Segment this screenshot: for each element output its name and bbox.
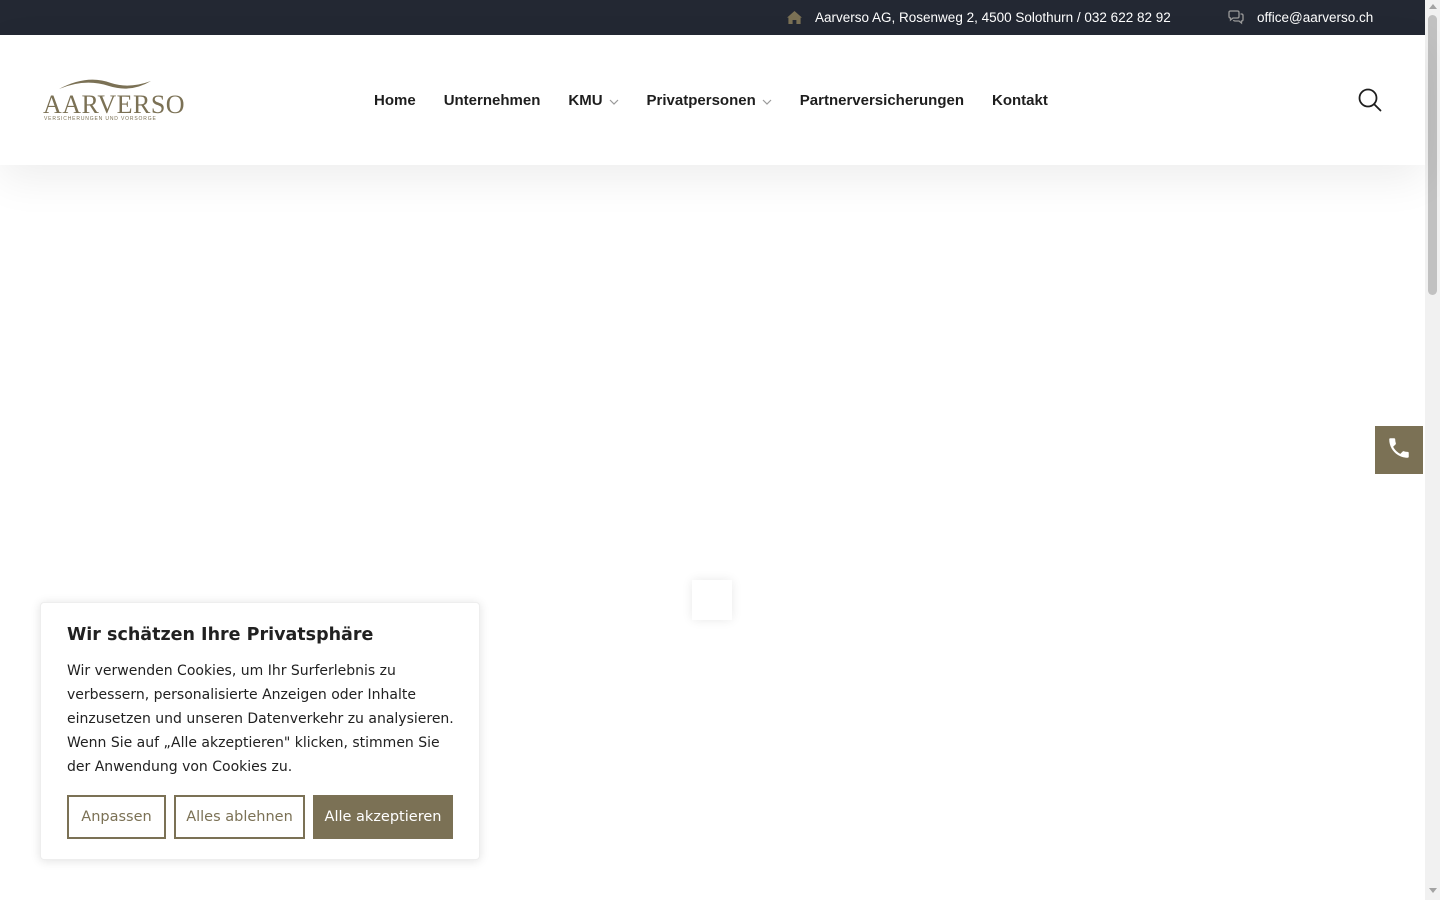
main-nav: Home Unternehmen KMU Privatpersonen Part…	[374, 35, 1048, 165]
nav-item-label: Home	[374, 91, 416, 109]
nav-item-unternehmen[interactable]: Unternehmen	[444, 92, 541, 109]
nav-item-label: Privatpersonen	[646, 91, 756, 109]
top-bar: Aarverso AG, Rosenweg 2, 4500 Solothurn …	[0, 0, 1425, 35]
vertical-scrollbar[interactable]	[1425, 0, 1440, 900]
cookie-banner-title: Wir schätzen Ihre Privatsphäre	[67, 625, 374, 645]
phone-button[interactable]	[1375, 426, 1423, 474]
phone-icon	[1386, 435, 1412, 466]
scroll-up-arrow-icon[interactable]	[1429, 4, 1437, 9]
nav-item-label: Partnerversicherungen	[799, 91, 964, 109]
logo[interactable]: AARVERSO VERSICHERUNGEN UND VORSORGE	[43, 75, 185, 125]
cookie-banner-actions: Anpassen Alles ablehnen Alle akzeptieren	[67, 795, 453, 839]
address-text: Aarverso AG, Rosenweg 2, 4500 Solothurn …	[815, 10, 1171, 25]
nav-item-partnerversicherungen[interactable]: Partnerversicherungen	[800, 92, 964, 109]
chevron-down-icon	[762, 92, 772, 109]
site-header: AARVERSO VERSICHERUNGEN UND VORSORGE Hom…	[0, 35, 1425, 165]
nav-item-label: Unternehmen	[443, 91, 541, 109]
nav-item-label: Kontakt	[992, 91, 1048, 109]
cookie-banner: Wir schätzen Ihre Privatsphäre Wir verwe…	[40, 602, 480, 860]
cookie-banner-text: Wir verwenden Cookies, um Ihr Surferlebn…	[67, 663, 454, 775]
page: Aarverso AG, Rosenweg 2, 4500 Solothurn …	[0, 0, 1440, 900]
home-icon	[786, 10, 803, 25]
reject-cookies-button[interactable]: Alles ablehnen	[174, 795, 305, 839]
nav-item-label: KMU	[568, 91, 603, 109]
loading-indicator	[692, 580, 732, 620]
chat-bubbles-icon	[1227, 10, 1245, 25]
nav-item-home[interactable]: Home	[374, 92, 416, 109]
nav-item-kmu[interactable]: KMU	[568, 92, 618, 109]
search-icon	[1357, 88, 1383, 117]
customize-cookies-button[interactable]: Anpassen	[67, 795, 166, 839]
scroll-down-arrow-icon[interactable]	[1429, 888, 1437, 893]
chevron-down-icon	[609, 92, 619, 109]
search-button[interactable]	[1357, 87, 1383, 113]
accept-cookies-button[interactable]: Alle akzeptieren	[313, 795, 453, 839]
address-contact: Aarverso AG, Rosenweg 2, 4500 Solothurn …	[786, 0, 1171, 35]
scrollbar-thumb[interactable]	[1428, 15, 1437, 295]
email-link[interactable]: office@aarverso.ch	[1257, 10, 1373, 25]
nav-item-kontakt[interactable]: Kontakt	[992, 92, 1048, 109]
logo-tagline: VERSICHERUNGEN UND VORSORGE	[44, 116, 157, 122]
nav-item-privatpersonen[interactable]: Privatpersonen	[647, 92, 772, 109]
email-contact[interactable]: office@aarverso.ch	[1227, 0, 1373, 35]
